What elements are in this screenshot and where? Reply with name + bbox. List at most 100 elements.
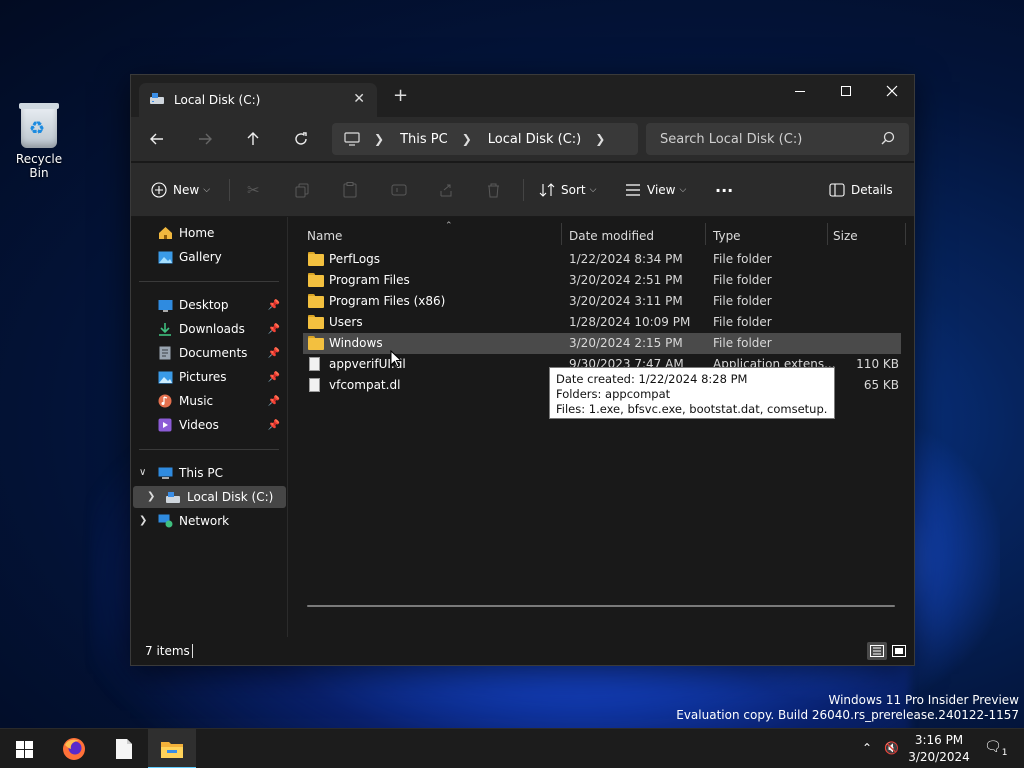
copy-button[interactable] xyxy=(295,177,310,203)
watermark-line-1: Windows 11 Pro Insider Preview xyxy=(828,693,1019,707)
tiles-view-button[interactable] xyxy=(889,642,909,660)
column-separator[interactable] xyxy=(905,223,906,245)
table-row[interactable]: PerfLogs 1/22/2024 8:34 PM File folder xyxy=(303,249,901,270)
local-disk-icon xyxy=(165,489,181,505)
title-bar: Local Disk (C:) ✕ + xyxy=(131,75,914,117)
command-bar: New ⌵ ✂ Sort ⌵ View ⌵ ··· Details xyxy=(131,163,914,217)
desktop-icon-recycle-bin[interactable]: ♻ Recycle Bin xyxy=(6,103,72,180)
folder-tooltip: Date created: 1/22/2024 8:28 PM Folders:… xyxy=(549,367,835,419)
sidebar-item-desktop[interactable]: Desktop 📌 xyxy=(133,294,286,316)
pin-icon[interactable]: 📌 xyxy=(268,300,280,311)
volume-muted-icon[interactable]: 🔇 xyxy=(884,741,899,755)
pin-icon[interactable]: 📌 xyxy=(268,348,280,359)
minimize-button[interactable] xyxy=(777,75,823,107)
taskbar-file-explorer[interactable] xyxy=(148,729,196,768)
share-button[interactable] xyxy=(439,177,454,203)
column-header-size[interactable]: Size xyxy=(833,223,903,249)
tab-title: Local Disk (C:) xyxy=(174,93,261,107)
notification-icon: 🗨 xyxy=(984,739,1002,755)
chevron-right-icon[interactable]: ❯ xyxy=(139,515,147,526)
sidebar-item-home[interactable]: Home xyxy=(133,222,286,244)
column-separator[interactable] xyxy=(827,223,828,245)
start-button[interactable] xyxy=(0,729,48,768)
address-bar[interactable]: ❯ This PC ❯ Local Disk (C:) ❯ xyxy=(332,123,638,155)
column-header-date[interactable]: Date modified xyxy=(569,223,709,249)
sidebar-item-documents[interactable]: Documents 📌 xyxy=(133,342,286,364)
table-row[interactable]: Users 1/28/2024 10:09 PM File folder xyxy=(303,312,901,333)
tab-close-icon[interactable]: ✕ xyxy=(353,91,365,107)
horizontal-scrollbar[interactable] xyxy=(307,605,895,607)
breadcrumb-chevron-icon[interactable]: ❯ xyxy=(595,132,605,146)
navigation-bar: ❯ This PC ❯ Local Disk (C:) ❯ xyxy=(131,117,914,161)
back-button[interactable] xyxy=(141,125,173,153)
breadcrumb-this-pc[interactable]: This PC xyxy=(400,132,448,147)
column-header-name[interactable]: ⌃ Name xyxy=(307,221,557,249)
details-view-button[interactable] xyxy=(867,642,887,660)
breadcrumb-chevron-icon[interactable]: ❯ xyxy=(374,132,384,146)
chevron-down-icon[interactable]: ∨ xyxy=(139,467,146,478)
arrow-left-icon xyxy=(150,133,163,145)
column-header-label: Type xyxy=(713,229,741,243)
sort-label: Sort xyxy=(561,183,586,197)
clipboard-icon xyxy=(343,182,357,198)
pin-icon[interactable]: 📌 xyxy=(268,324,280,335)
file-list-pane: ⌃ Name Date modified Type Size PerfLogs … xyxy=(289,217,914,637)
table-row[interactable]: Program Files 3/20/2024 2:51 PM File fol… xyxy=(303,270,901,291)
column-header-type[interactable]: Type xyxy=(713,223,823,249)
sidebar-item-videos[interactable]: Videos 📌 xyxy=(133,414,286,436)
details-pane-button[interactable]: Details xyxy=(829,177,893,203)
desktop-folder-icon xyxy=(157,297,173,313)
notification-center-button[interactable]: 🗨1 xyxy=(984,739,1008,758)
rename-icon xyxy=(391,184,407,196)
show-hidden-icons-button[interactable]: ⌃ xyxy=(862,741,872,755)
refresh-button[interactable] xyxy=(285,125,317,153)
taskbar-notepad[interactable] xyxy=(100,729,148,768)
sidebar-item-music[interactable]: Music 📌 xyxy=(133,390,286,412)
view-label: View xyxy=(647,183,676,197)
chevron-right-icon[interactable]: ❯ xyxy=(147,491,155,502)
sidebar-item-downloads[interactable]: Downloads 📌 xyxy=(133,318,286,340)
sidebar-item-this-pc[interactable]: ∨ This PC xyxy=(133,462,286,484)
column-separator[interactable] xyxy=(705,223,706,245)
new-button[interactable]: New ⌵ xyxy=(151,177,210,203)
taskbar-firefox[interactable] xyxy=(50,729,98,768)
close-window-button[interactable] xyxy=(869,75,915,107)
breadcrumb-chevron-icon[interactable]: ❯ xyxy=(462,132,472,146)
table-row[interactable]: Program Files (x86) 3/20/2024 3:11 PM Fi… xyxy=(303,291,901,312)
sidebar-item-pictures[interactable]: Pictures 📌 xyxy=(133,366,286,388)
pin-icon[interactable]: 📌 xyxy=(268,420,280,431)
row-name: Windows xyxy=(329,336,383,350)
row-name: PerfLogs xyxy=(329,252,381,266)
paste-button[interactable] xyxy=(343,177,357,203)
sidebar-divider xyxy=(139,281,279,282)
up-button[interactable] xyxy=(237,125,269,153)
taskbar-clock[interactable]: 3:16 PM 3/20/2024 xyxy=(905,732,973,766)
forward-button[interactable] xyxy=(189,125,221,153)
tooltip-folders: Folders: appcompat xyxy=(556,387,671,401)
maximize-icon xyxy=(841,86,851,96)
delete-button[interactable] xyxy=(487,177,500,203)
sidebar-item-label: Documents xyxy=(179,346,248,360)
breadcrumb-local-disk[interactable]: Local Disk (C:) xyxy=(488,132,581,147)
tab-local-disk[interactable]: Local Disk (C:) ✕ xyxy=(139,83,377,117)
pin-icon[interactable]: 📌 xyxy=(268,396,280,407)
start-icon xyxy=(15,740,33,758)
pictures-icon xyxy=(157,369,173,385)
new-tab-button[interactable]: + xyxy=(393,87,408,105)
column-separator[interactable] xyxy=(561,223,562,245)
cut-button[interactable]: ✂ xyxy=(247,177,266,203)
sidebar-item-gallery[interactable]: Gallery xyxy=(133,246,286,268)
maximize-button[interactable] xyxy=(823,75,869,107)
plus-circle-icon xyxy=(151,182,167,198)
sidebar-item-network[interactable]: ❯ Network xyxy=(133,510,286,532)
navigation-pane: Home Gallery Desktop 📌 Downloads 📌 Docum… xyxy=(131,217,288,637)
pin-icon[interactable]: 📌 xyxy=(268,372,280,383)
sidebar-item-local-disk[interactable]: ❯ Local Disk (C:) xyxy=(133,486,286,508)
column-header-label: Name xyxy=(307,229,343,243)
more-options-button[interactable]: ··· xyxy=(715,177,733,203)
arrow-right-icon xyxy=(199,133,212,145)
view-button[interactable]: View ⌵ xyxy=(625,177,686,203)
sort-button[interactable]: Sort ⌵ xyxy=(539,177,596,203)
search-input[interactable] xyxy=(646,123,909,155)
rename-button[interactable] xyxy=(391,177,407,203)
